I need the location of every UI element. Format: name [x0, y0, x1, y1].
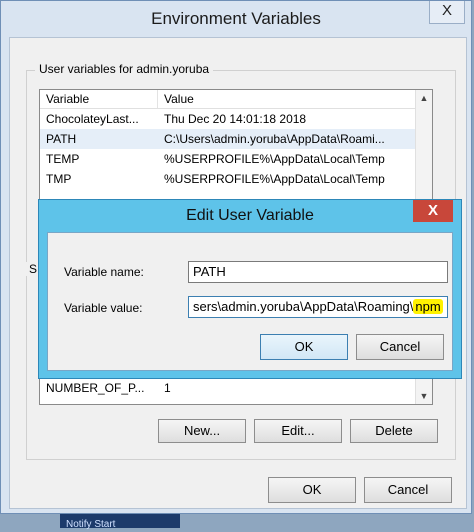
row-variable: PATH: [46, 132, 77, 146]
variable-value-label: Variable value:: [64, 301, 143, 315]
row-value: C:\Users\admin.yoruba\AppData\Roami...: [164, 132, 385, 146]
column-value[interactable]: Value: [158, 90, 416, 108]
new-button[interactable]: New...: [158, 419, 246, 443]
edit-user-variable-dialog: Edit User Variable X Variable name: PATH…: [38, 199, 462, 379]
desktop-strip-text: Notify Start: [66, 519, 116, 530]
table-row[interactable]: TMP %USERPROFILE%\AppData\Local\Temp: [40, 169, 432, 189]
variable-name-label: Variable name:: [64, 265, 144, 279]
desktop-taskbar-strip: Notify Start: [60, 514, 180, 530]
table-row[interactable]: NUMBER_OF_P... 1: [40, 378, 416, 398]
row-variable: TEMP: [46, 152, 80, 166]
edit-cancel-button[interactable]: Cancel: [356, 334, 444, 360]
variable-value-field[interactable]: sers\admin.yoruba\AppData\Roaming\ npm: [188, 296, 448, 318]
window-title: Environment Variables: [151, 9, 321, 28]
row-variable: NUMBER_OF_P...: [46, 381, 145, 395]
row-variable: TMP: [46, 172, 72, 186]
edit-dialog-body: Variable name: PATH Variable value: sers…: [47, 232, 453, 371]
variable-value-highlight: npm: [413, 299, 443, 314]
scroll-up-icon[interactable]: ▲: [416, 90, 432, 106]
row-value: %USERPROFILE%\AppData\Local\Temp: [164, 172, 385, 186]
scroll-down-icon[interactable]: ▼: [416, 388, 432, 404]
row-value: %USERPROFILE%\AppData\Local\Temp: [164, 152, 385, 166]
user-rows: ChocolateyLast... Thu Dec 20 14:01:18 201…: [40, 109, 432, 189]
close-button[interactable]: X: [429, 1, 465, 24]
user-variables-label: User variables for admin.yoruba: [35, 62, 214, 76]
cancel-button[interactable]: Cancel: [364, 477, 452, 503]
table-row[interactable]: PATH C:\Users\admin.yoruba\AppData\Roami.…: [40, 129, 432, 149]
variable-name-field[interactable]: PATH: [188, 261, 448, 283]
delete-button[interactable]: Delete: [350, 419, 438, 443]
system-rows: NUMBER_OF_P... 1: [40, 378, 416, 398]
edit-close-button[interactable]: X: [413, 200, 453, 222]
row-variable: ChocolateyLast...: [46, 112, 139, 126]
ok-button[interactable]: OK: [268, 477, 356, 503]
row-value: Thu Dec 20 14:01:18 2018: [164, 112, 307, 126]
edit-ok-button[interactable]: OK: [260, 334, 348, 360]
edit-dialog-title: Edit User Variable: [186, 207, 314, 224]
edit-button[interactable]: Edit...: [254, 419, 342, 443]
row-value: 1: [164, 381, 171, 395]
table-row[interactable]: TEMP %USERPROFILE%\AppData\Local\Temp: [40, 149, 432, 169]
variable-value-text: sers\admin.yoruba\AppData\Roaming\: [193, 299, 414, 314]
list-header: Variable Value: [40, 90, 432, 109]
table-row[interactable]: ChocolateyLast... Thu Dec 20 14:01:18 201…: [40, 109, 432, 129]
column-variable[interactable]: Variable: [40, 90, 158, 108]
